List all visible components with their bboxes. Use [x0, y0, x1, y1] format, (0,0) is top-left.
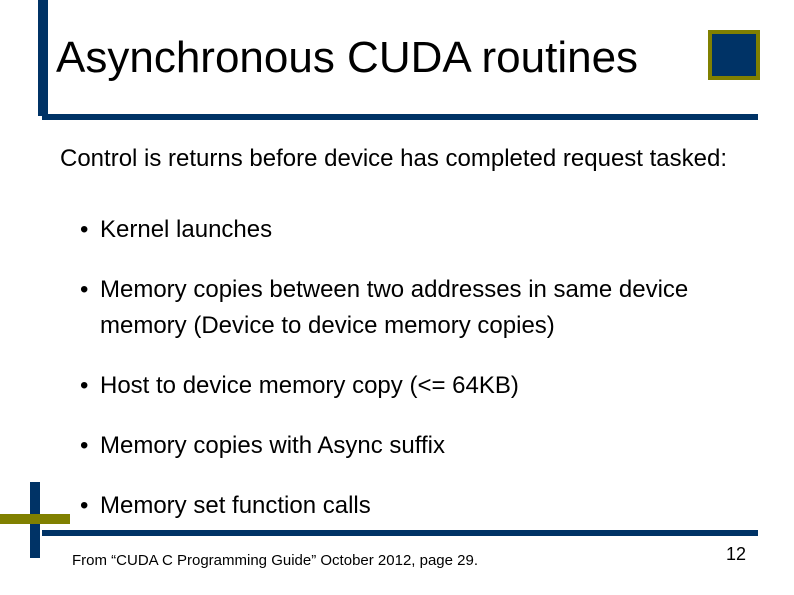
title-area: Asynchronous CUDA routines: [56, 18, 754, 98]
citation-text: From “CUDA C Programming Guide” October …: [72, 552, 478, 569]
slide: Asynchronous CUDA routines Control is re…: [0, 0, 794, 595]
footer-cross-horizontal: [0, 514, 70, 524]
intro-text: Control is returns before device has com…: [60, 144, 744, 174]
page-number: 12: [726, 544, 746, 565]
bullet-item: Host to device memory copy (<= 64KB): [80, 368, 744, 404]
slide-title: Asynchronous CUDA routines: [56, 33, 638, 83]
title-underline: [42, 114, 758, 120]
footer-underline: [42, 530, 758, 536]
content-area: Control is returns before device has com…: [60, 144, 744, 548]
bullet-item: Memory copies with Async suffix: [80, 428, 744, 464]
bullet-item: Memory copies between two addresses in s…: [80, 272, 744, 344]
bullet-item: Memory set function calls: [80, 488, 744, 524]
bullet-list: Kernel launches Memory copies between tw…: [60, 212, 744, 524]
bullet-item: Kernel launches: [80, 212, 744, 248]
title-left-bar: [38, 0, 48, 116]
